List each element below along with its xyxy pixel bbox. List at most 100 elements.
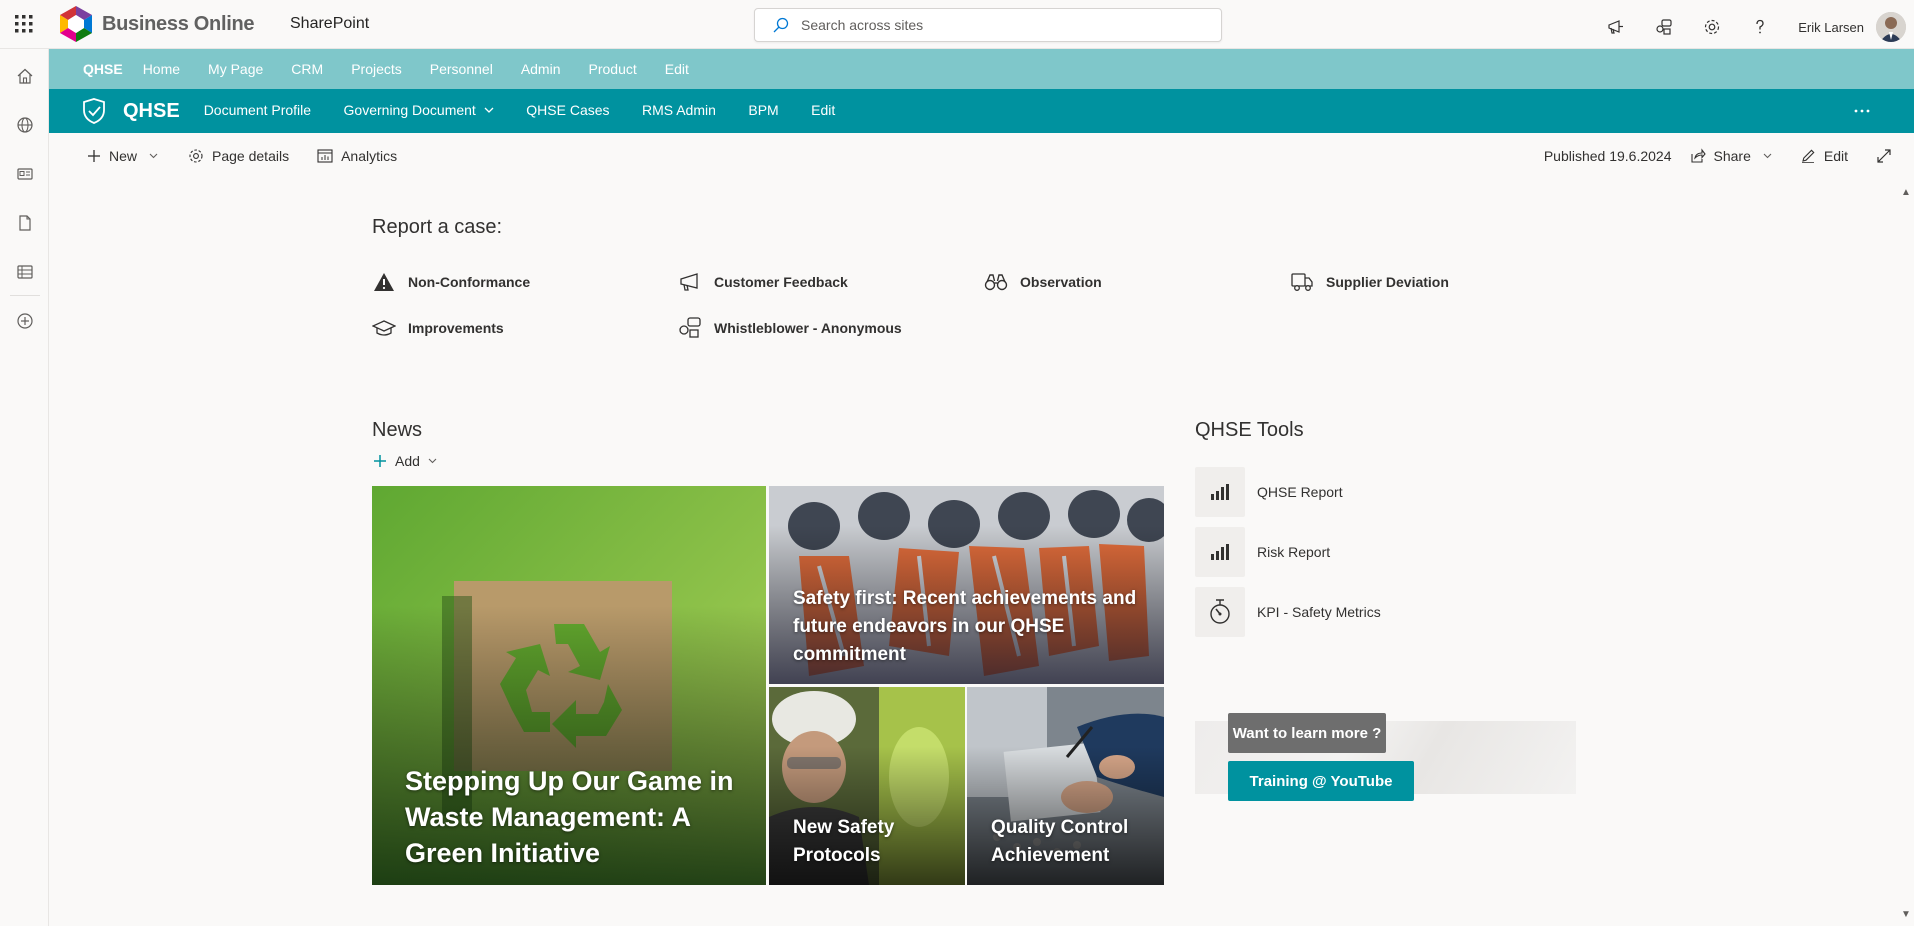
suite-actions: Erik Larsen	[1592, 12, 1914, 42]
command-bar: New Page details Analytics Published 19.…	[49, 133, 1914, 179]
analytics-button[interactable]: Analytics	[317, 148, 397, 164]
tool-risk-report[interactable]: Risk Report	[1195, 527, 1330, 577]
shield-check-icon[interactable]	[79, 96, 109, 126]
hub-title[interactable]: QHSE	[83, 61, 123, 77]
page-details-button[interactable]: Page details	[188, 148, 289, 164]
hub-nav-projects[interactable]: Projects	[351, 61, 402, 77]
site-title[interactable]: QHSE	[123, 100, 180, 123]
site-nav-governing-document-label: Governing Document	[343, 102, 476, 118]
new-label: New	[109, 148, 138, 164]
site-nav-governing-document[interactable]: Governing Document	[344, 102, 494, 118]
gear-icon[interactable]	[1688, 14, 1736, 40]
share-icon	[1690, 148, 1706, 163]
file-icon[interactable]	[12, 210, 38, 236]
site-navigation: Document Profile Governing Document QHSE…	[204, 102, 864, 120]
search-input[interactable]	[801, 17, 1181, 33]
avatar[interactable]	[1876, 12, 1906, 42]
gear-icon	[189, 149, 203, 163]
app-launcher-waffle-icon[interactable]	[12, 12, 36, 36]
megaphone-icon[interactable]	[1592, 14, 1640, 40]
chat-shapes-icon[interactable]	[1640, 14, 1688, 40]
report-customer-feedback[interactable]: Customer Feedback	[678, 270, 848, 294]
tool-kpi-safety-metrics[interactable]: KPI - Safety Metrics	[1195, 587, 1381, 637]
report-observation[interactable]: Observation	[984, 270, 1102, 294]
hub-nav-edit[interactable]: Edit	[665, 61, 689, 77]
analytics-label: Analytics	[341, 148, 398, 164]
pencil-icon	[1801, 149, 1815, 163]
report-supplier-deviation[interactable]: Supplier Deviation	[1290, 270, 1449, 294]
add-circle-icon[interactable]	[12, 308, 38, 334]
plus-icon	[88, 150, 100, 162]
binoculars-icon	[984, 270, 1008, 294]
expand-icon[interactable]	[1876, 148, 1892, 164]
globe-icon[interactable]	[12, 112, 38, 138]
published-date: Published 19.6.2024	[1543, 148, 1672, 164]
megaphone-icon	[678, 270, 702, 294]
non-conformance-label: Non-Conformance	[408, 274, 531, 290]
news-tile-new-safety-protocols[interactable]: New Safety Protocols	[769, 687, 965, 885]
suite-bar: Business Online SharePoint Erik Larsen	[0, 0, 1914, 49]
new-button[interactable]: New	[87, 148, 158, 164]
news-add-button[interactable]: Add	[373, 453, 437, 469]
hub-nav-product[interactable]: Product	[589, 61, 637, 77]
news-tile-safety-first[interactable]: Safety first: Recent achievements and fu…	[769, 486, 1164, 684]
training-youtube-button[interactable]: Training @ YouTube	[1228, 761, 1414, 801]
site-nav-document-profile[interactable]: Document Profile	[204, 102, 311, 118]
command-bar-right: Published 19.6.2024 Share Edit	[1544, 133, 1892, 179]
app-bar	[0, 49, 49, 926]
page-content: Report a case: Non-Conformance Customer …	[49, 179, 1899, 926]
page-details-label: Page details	[212, 148, 290, 164]
tools-heading: QHSE Tools	[1195, 419, 1304, 441]
customer-feedback-label: Customer Feedback	[714, 274, 848, 290]
observation-label: Observation	[1020, 274, 1102, 290]
report-improvements[interactable]: Improvements	[372, 316, 504, 340]
hub-nav-my-page[interactable]: My Page	[208, 61, 263, 77]
supplier-deviation-label: Supplier Deviation	[1326, 274, 1449, 290]
news-tile-quality-control[interactable]: Quality Control Achievement	[967, 687, 1164, 885]
chevron-down-icon	[484, 107, 494, 113]
bar-chart-icon	[1195, 467, 1245, 517]
news-title: Stepping Up Our Game in Waste Management…	[405, 766, 734, 868]
news-heading: News	[372, 419, 423, 441]
want-to-learn-more-button[interactable]: Want to learn more ?	[1228, 713, 1386, 753]
hub-nav-admin[interactable]: Admin	[521, 61, 561, 77]
list-icon[interactable]	[12, 259, 38, 285]
app-name: Business Online	[102, 12, 255, 35]
report-whistleblower[interactable]: Whistleblower - Anonymous	[678, 316, 902, 340]
scroll-up-arrow-icon[interactable]: ▲	[1900, 186, 1912, 198]
edit-button[interactable]: Edit	[1800, 148, 1848, 164]
product-name[interactable]: SharePoint	[290, 15, 369, 33]
graduation-cap-icon	[372, 316, 396, 340]
site-nav-rms-admin[interactable]: RMS Admin	[642, 102, 716, 118]
site-nav-edit[interactable]: Edit	[811, 102, 835, 118]
site-nav-qhse-cases[interactable]: QHSE Cases	[526, 102, 609, 118]
news-add-label: Add	[395, 453, 420, 469]
report-non-conformance[interactable]: Non-Conformance	[372, 270, 530, 294]
tool-label: KPI - Safety Metrics	[1257, 604, 1381, 620]
share-label: Share	[1713, 148, 1751, 164]
hub-nav-crm[interactable]: CRM	[291, 61, 323, 77]
tool-label: QHSE Report	[1257, 484, 1343, 500]
business-online-logo[interactable]: Business Online	[56, 5, 255, 43]
scroll-down-arrow-icon[interactable]: ▼	[1900, 908, 1912, 920]
user-name[interactable]: Erik Larsen	[1798, 20, 1864, 35]
analytics-icon	[317, 149, 333, 163]
chevron-down-icon	[149, 153, 158, 159]
hub-nav-personnel[interactable]: Personnel	[430, 61, 493, 77]
tool-qhse-report[interactable]: QHSE Report	[1195, 467, 1343, 517]
help-icon[interactable]	[1736, 14, 1784, 40]
cube-logo-icon	[60, 6, 92, 42]
site-nav-bpm[interactable]: BPM	[748, 102, 778, 118]
improvements-label: Improvements	[408, 320, 504, 336]
home-icon[interactable]	[12, 63, 38, 89]
hub-nav-home[interactable]: Home	[143, 61, 180, 77]
news-tile-waste-management[interactable]: Stepping Up Our Game in Waste Management…	[372, 486, 766, 885]
share-button[interactable]: Share	[1690, 148, 1772, 164]
more-options-icon[interactable]	[1850, 101, 1874, 121]
edit-label: Edit	[1823, 148, 1848, 164]
news-icon[interactable]	[12, 161, 38, 187]
search-box[interactable]	[754, 8, 1222, 42]
news-title: New Safety Protocols	[793, 817, 895, 866]
appbar-divider	[10, 295, 40, 296]
report-heading: Report a case:	[372, 216, 503, 238]
